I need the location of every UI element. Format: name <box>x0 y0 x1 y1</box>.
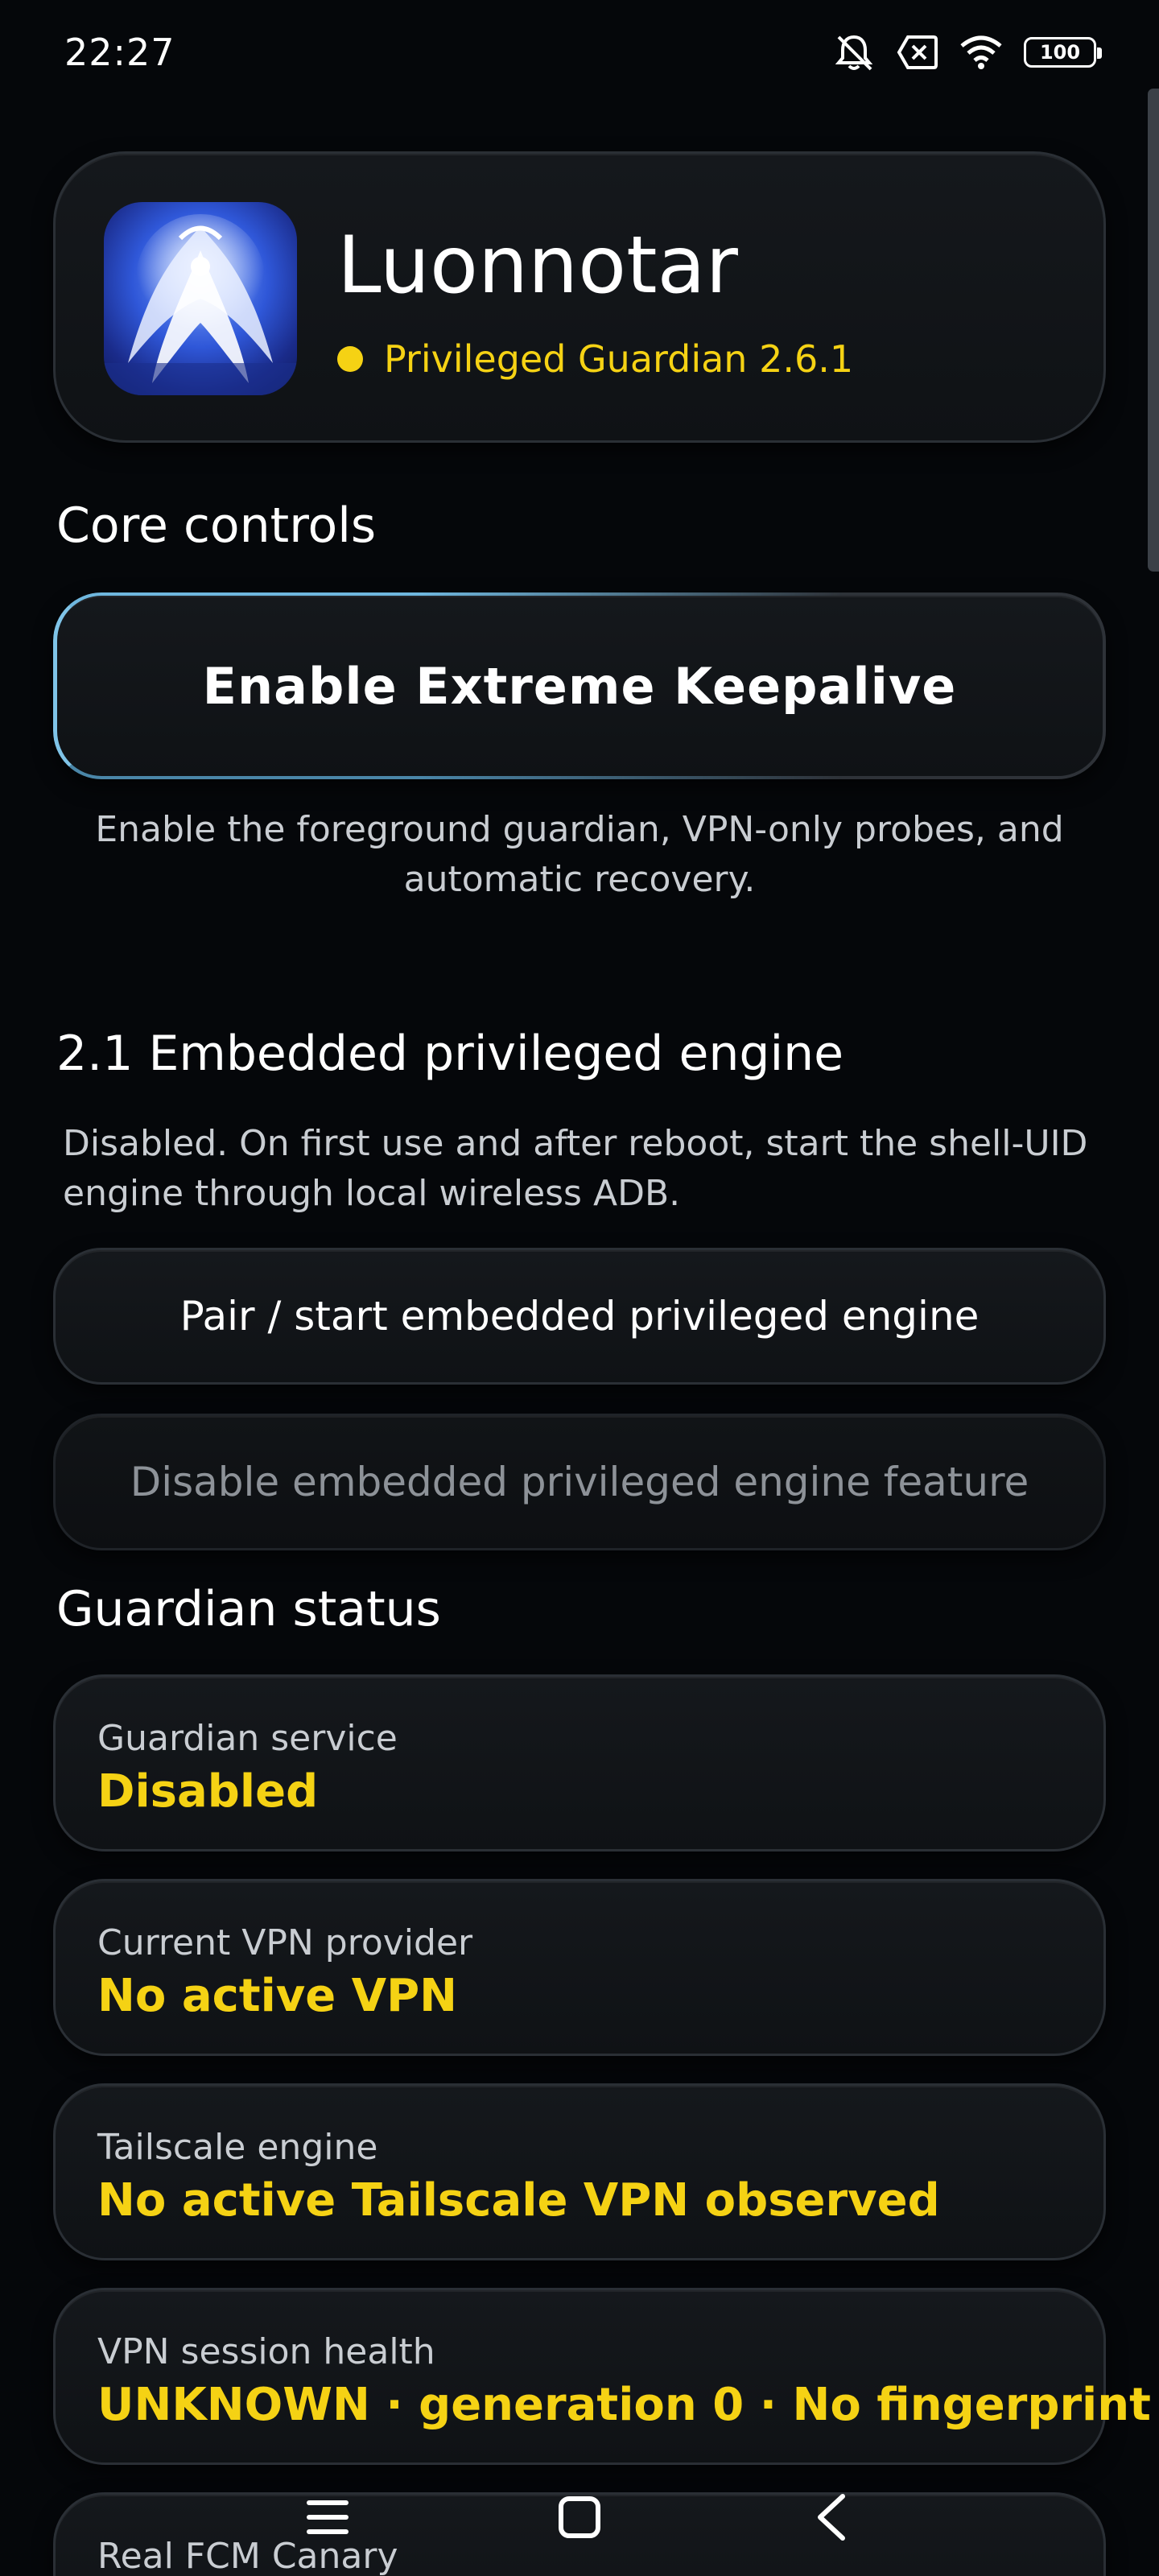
status-value: Disabled <box>97 1765 319 1818</box>
app-version-label: Privileged Guardian 2.6.1 <box>384 337 854 381</box>
keepalive-caption: Enable the foreground guardian, VPN-only… <box>95 809 1064 900</box>
status-label: VPN session health <box>97 2331 435 2372</box>
sim-error-icon <box>897 35 938 70</box>
menu-icon[interactable] <box>283 2473 372 2562</box>
scroll-indicator[interactable] <box>1148 89 1159 572</box>
status-bar: 22:27 100 <box>0 0 1159 105</box>
status-card-guardian-service: Guardian service Disabled <box>53 1674 1106 1852</box>
engine-description: Disabled. On first use and after reboot,… <box>63 1123 1088 1214</box>
section-title-core-controls: Core controls <box>56 497 377 554</box>
app-title: Luonnotar <box>337 220 738 312</box>
status-value: No active Tailscale VPN observed <box>97 2174 940 2227</box>
status-card-tailscale-engine: Tailscale engine No active Tailscale VPN… <box>53 2083 1106 2260</box>
status-card-vpn-provider: Current VPN provider No active VPN <box>53 1879 1106 2056</box>
status-dot-icon <box>337 346 363 372</box>
clock: 22:27 <box>64 31 175 74</box>
status-value: UNKNOWN · generation 0 · No fingerprint <box>97 2379 1151 2431</box>
home-icon[interactable] <box>535 2473 624 2562</box>
wifi-icon <box>959 35 1003 70</box>
section-title-embedded-engine: 2.1 Embedded privileged engine <box>56 1026 844 1082</box>
status-label: Current VPN provider <box>97 1922 473 1963</box>
app-status-row: Privileged Guardian 2.6.1 <box>337 337 853 381</box>
status-card-vpn-session-health: VPN session health UNKNOWN · generation … <box>53 2288 1151 2465</box>
app-logo <box>104 202 297 395</box>
enable-extreme-keepalive-button[interactable]: Enable Extreme Keepalive <box>53 592 1106 779</box>
status-label: Guardian service <box>97 1718 398 1759</box>
section-title-guardian-status: Guardian status <box>56 1581 441 1637</box>
disable-engine-feature-button[interactable]: Disable embedded privileged engine featu… <box>53 1414 1106 1550</box>
status-label: Tailscale engine <box>97 2127 378 2168</box>
status-value: No active VPN <box>97 1970 458 2022</box>
status-icons: 100 <box>832 32 1102 72</box>
screen: 22:27 100 Luonnotar Privileged Guardian … <box>0 0 1159 2576</box>
navigation-bar <box>0 2463 1159 2576</box>
bell-muted-icon <box>832 32 876 72</box>
pair-start-engine-button[interactable]: Pair / start embedded privileged engine <box>53 1248 1106 1385</box>
battery-icon: 100 <box>1024 37 1102 68</box>
app-header-card: Luonnotar Privileged Guardian 2.6.1 <box>53 151 1106 443</box>
back-icon[interactable] <box>787 2473 876 2562</box>
